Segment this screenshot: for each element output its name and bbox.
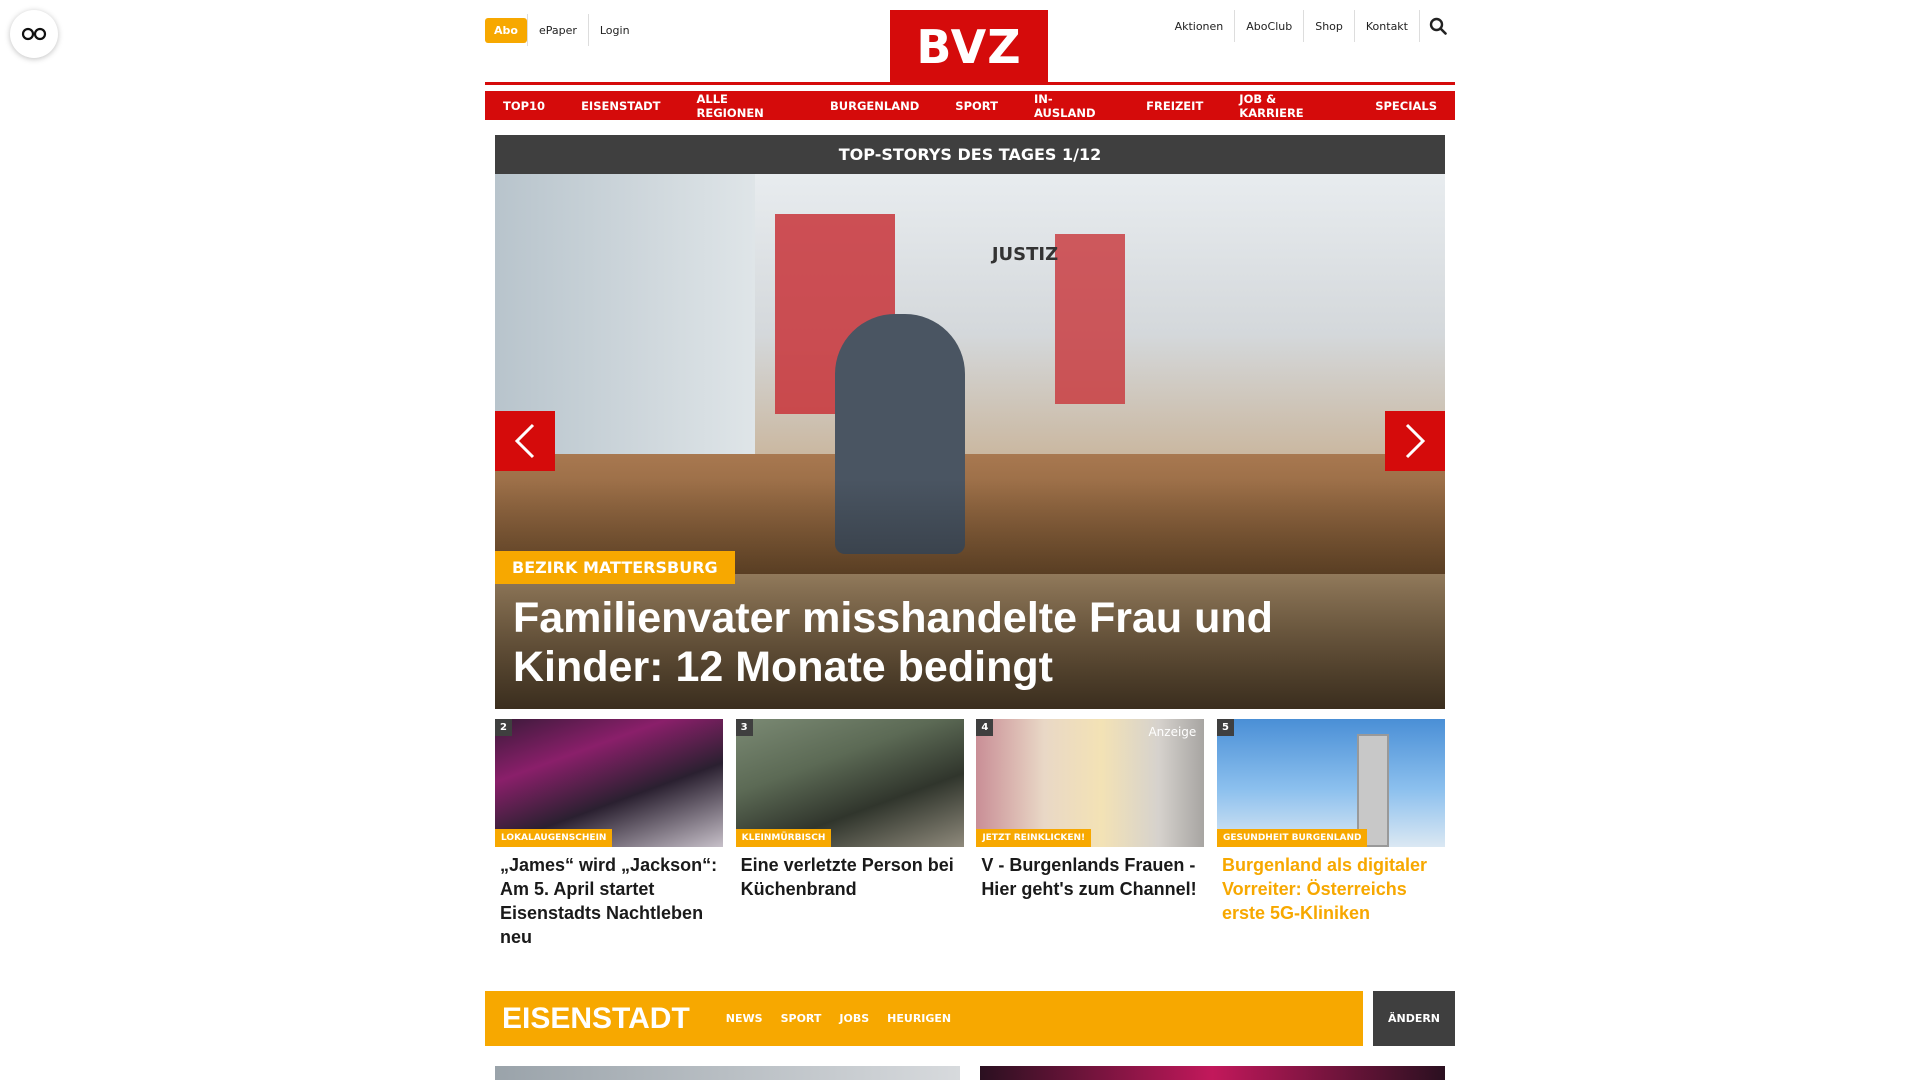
region-link-heurigen[interactable]: HEURIGEN xyxy=(887,1012,951,1025)
top-left-links: Abo ePaper Login xyxy=(485,14,641,46)
teaser-card[interactable]: 5 GESUNDHEIT BURGENLAND Burgenland als d… xyxy=(1216,719,1445,949)
shop-link[interactable]: Shop xyxy=(1303,10,1354,42)
main-nav: TOP10 EISENSTADT ALLE REGIONEN BURGENLAN… xyxy=(485,91,1455,120)
nav-item-in-ausland[interactable]: IN-AUSLAND xyxy=(1015,91,1129,120)
region-title[interactable]: EISENSTADT xyxy=(485,1002,726,1036)
teaser-headline[interactable]: Eine verletzte Person bei Küchenbrand xyxy=(736,847,964,901)
nav-item-job-karriere[interactable]: JOB & KARRIERE xyxy=(1221,91,1358,120)
teaser-headline[interactable]: V - Burgenlands Frauen - Hier geht's zum… xyxy=(976,847,1204,901)
top-stories-carousel: TOP-STORYS DES TAGES 1/12 JUSTIZ BEZIRK … xyxy=(495,135,1445,709)
teaser-rank: 3 xyxy=(735,719,753,736)
glasses-icon xyxy=(21,27,47,41)
article-image-preview[interactable] xyxy=(495,1066,960,1080)
teaser-card[interactable]: 2 LOKALAUGENSCHEIN „James“ wird „Jackson… xyxy=(495,719,723,949)
bvz-logo[interactable]: BVZ xyxy=(890,10,1048,84)
justiz-emblem: JUSTIZ xyxy=(991,243,1059,265)
article-image-preview[interactable] xyxy=(980,1066,1445,1080)
teaser-category: JETZT REINKLICKEN! xyxy=(976,829,1092,847)
hero-category-badge[interactable]: BEZIRK MATTERSBURG xyxy=(495,551,735,584)
aboclub-link[interactable]: AboClub xyxy=(1234,10,1303,42)
site-header: Abo ePaper Login BVZ Aktionen AboClub Sh… xyxy=(485,0,1455,85)
teaser-headline[interactable]: „James“ wird „Jackson“: Am 5. April star… xyxy=(495,847,723,949)
kontakt-link[interactable]: Kontakt xyxy=(1353,10,1419,42)
chevron-left-icon xyxy=(514,423,535,459)
login-link[interactable]: Login xyxy=(587,14,641,46)
region-link-news[interactable]: NEWS xyxy=(726,1012,763,1025)
nav-item-freizeit[interactable]: FREIZEIT xyxy=(1128,91,1222,120)
region-bar: EISENSTADT NEWS SPORT JOBS HEURIGEN ÄNDE… xyxy=(485,991,1455,1046)
teaser-category: KLEINMÜRBISCH xyxy=(735,829,832,847)
chevron-right-icon xyxy=(1405,423,1426,459)
teaser-rank: 2 xyxy=(495,719,512,736)
abo-button[interactable]: Abo xyxy=(485,17,527,43)
reader-mode-button[interactable] xyxy=(10,10,58,58)
nav-item-sport[interactable]: SPORT xyxy=(937,91,1016,120)
teaser-rank: 5 xyxy=(1216,719,1234,736)
teaser-card[interactable]: 3 KLEINMÜRBISCH Eine verletzte Person be… xyxy=(735,719,964,949)
nav-item-burgenland[interactable]: BURGENLAND xyxy=(812,91,938,120)
search-icon xyxy=(1429,17,1447,35)
hero-headline[interactable]: Familienvater misshandelte Frau und Kind… xyxy=(513,594,1393,692)
nav-item-alle-regionen[interactable]: ALLE REGIONEN xyxy=(678,91,812,120)
hero-story[interactable]: JUSTIZ BEZIRK MATTERSBURG Familienvater … xyxy=(495,174,1445,709)
change-region-button[interactable]: ÄNDERN xyxy=(1373,991,1455,1046)
teaser-category: GESUNDHEIT BURGENLAND xyxy=(1216,829,1368,847)
nav-item-specials[interactable]: SPECIALS xyxy=(1357,91,1455,120)
aktionen-link[interactable]: Aktionen xyxy=(1164,10,1235,42)
teaser-image[interactable]: 4 Anzeige JETZT REINKLICKEN! xyxy=(976,719,1205,847)
search-button[interactable] xyxy=(1419,10,1455,42)
region-link-sport[interactable]: SPORT xyxy=(781,1012,822,1025)
carousel-next-button[interactable] xyxy=(1385,411,1445,471)
nav-item-top10[interactable]: TOP10 xyxy=(485,91,564,120)
carousel-prev-button[interactable] xyxy=(495,411,555,471)
top-right-links: Aktionen AboClub Shop Kontakt xyxy=(1164,10,1455,42)
teaser-category: LOKALAUGENSCHEIN xyxy=(495,829,613,847)
teaser-image[interactable]: 3 KLEINMÜRBISCH xyxy=(735,719,964,847)
teaser-image[interactable]: 2 LOKALAUGENSCHEIN xyxy=(495,719,723,847)
teaser-row: 2 LOKALAUGENSCHEIN „James“ wird „Jackson… xyxy=(495,719,1445,949)
nav-item-eisenstadt[interactable]: EISENSTADT xyxy=(563,91,679,120)
region-link-jobs[interactable]: JOBS xyxy=(839,1012,869,1025)
carousel-title: TOP-STORYS DES TAGES 1/12 xyxy=(495,135,1445,174)
teaser-card[interactable]: 4 Anzeige JETZT REINKLICKEN! V - Burgenl… xyxy=(976,719,1205,949)
ad-label: Anzeige xyxy=(1148,725,1197,739)
hero-photo-wall xyxy=(1055,234,1125,404)
teaser-image[interactable]: 5 GESUNDHEIT BURGENLAND xyxy=(1216,719,1445,847)
header-divider xyxy=(485,82,1455,85)
epaper-link[interactable]: ePaper xyxy=(526,14,588,46)
teaser-headline[interactable]: Burgenland als digitaler Vorreiter: Öste… xyxy=(1217,847,1445,925)
teaser-rank: 4 xyxy=(976,719,994,736)
region-header: EISENSTADT NEWS SPORT JOBS HEURIGEN xyxy=(485,991,1363,1046)
